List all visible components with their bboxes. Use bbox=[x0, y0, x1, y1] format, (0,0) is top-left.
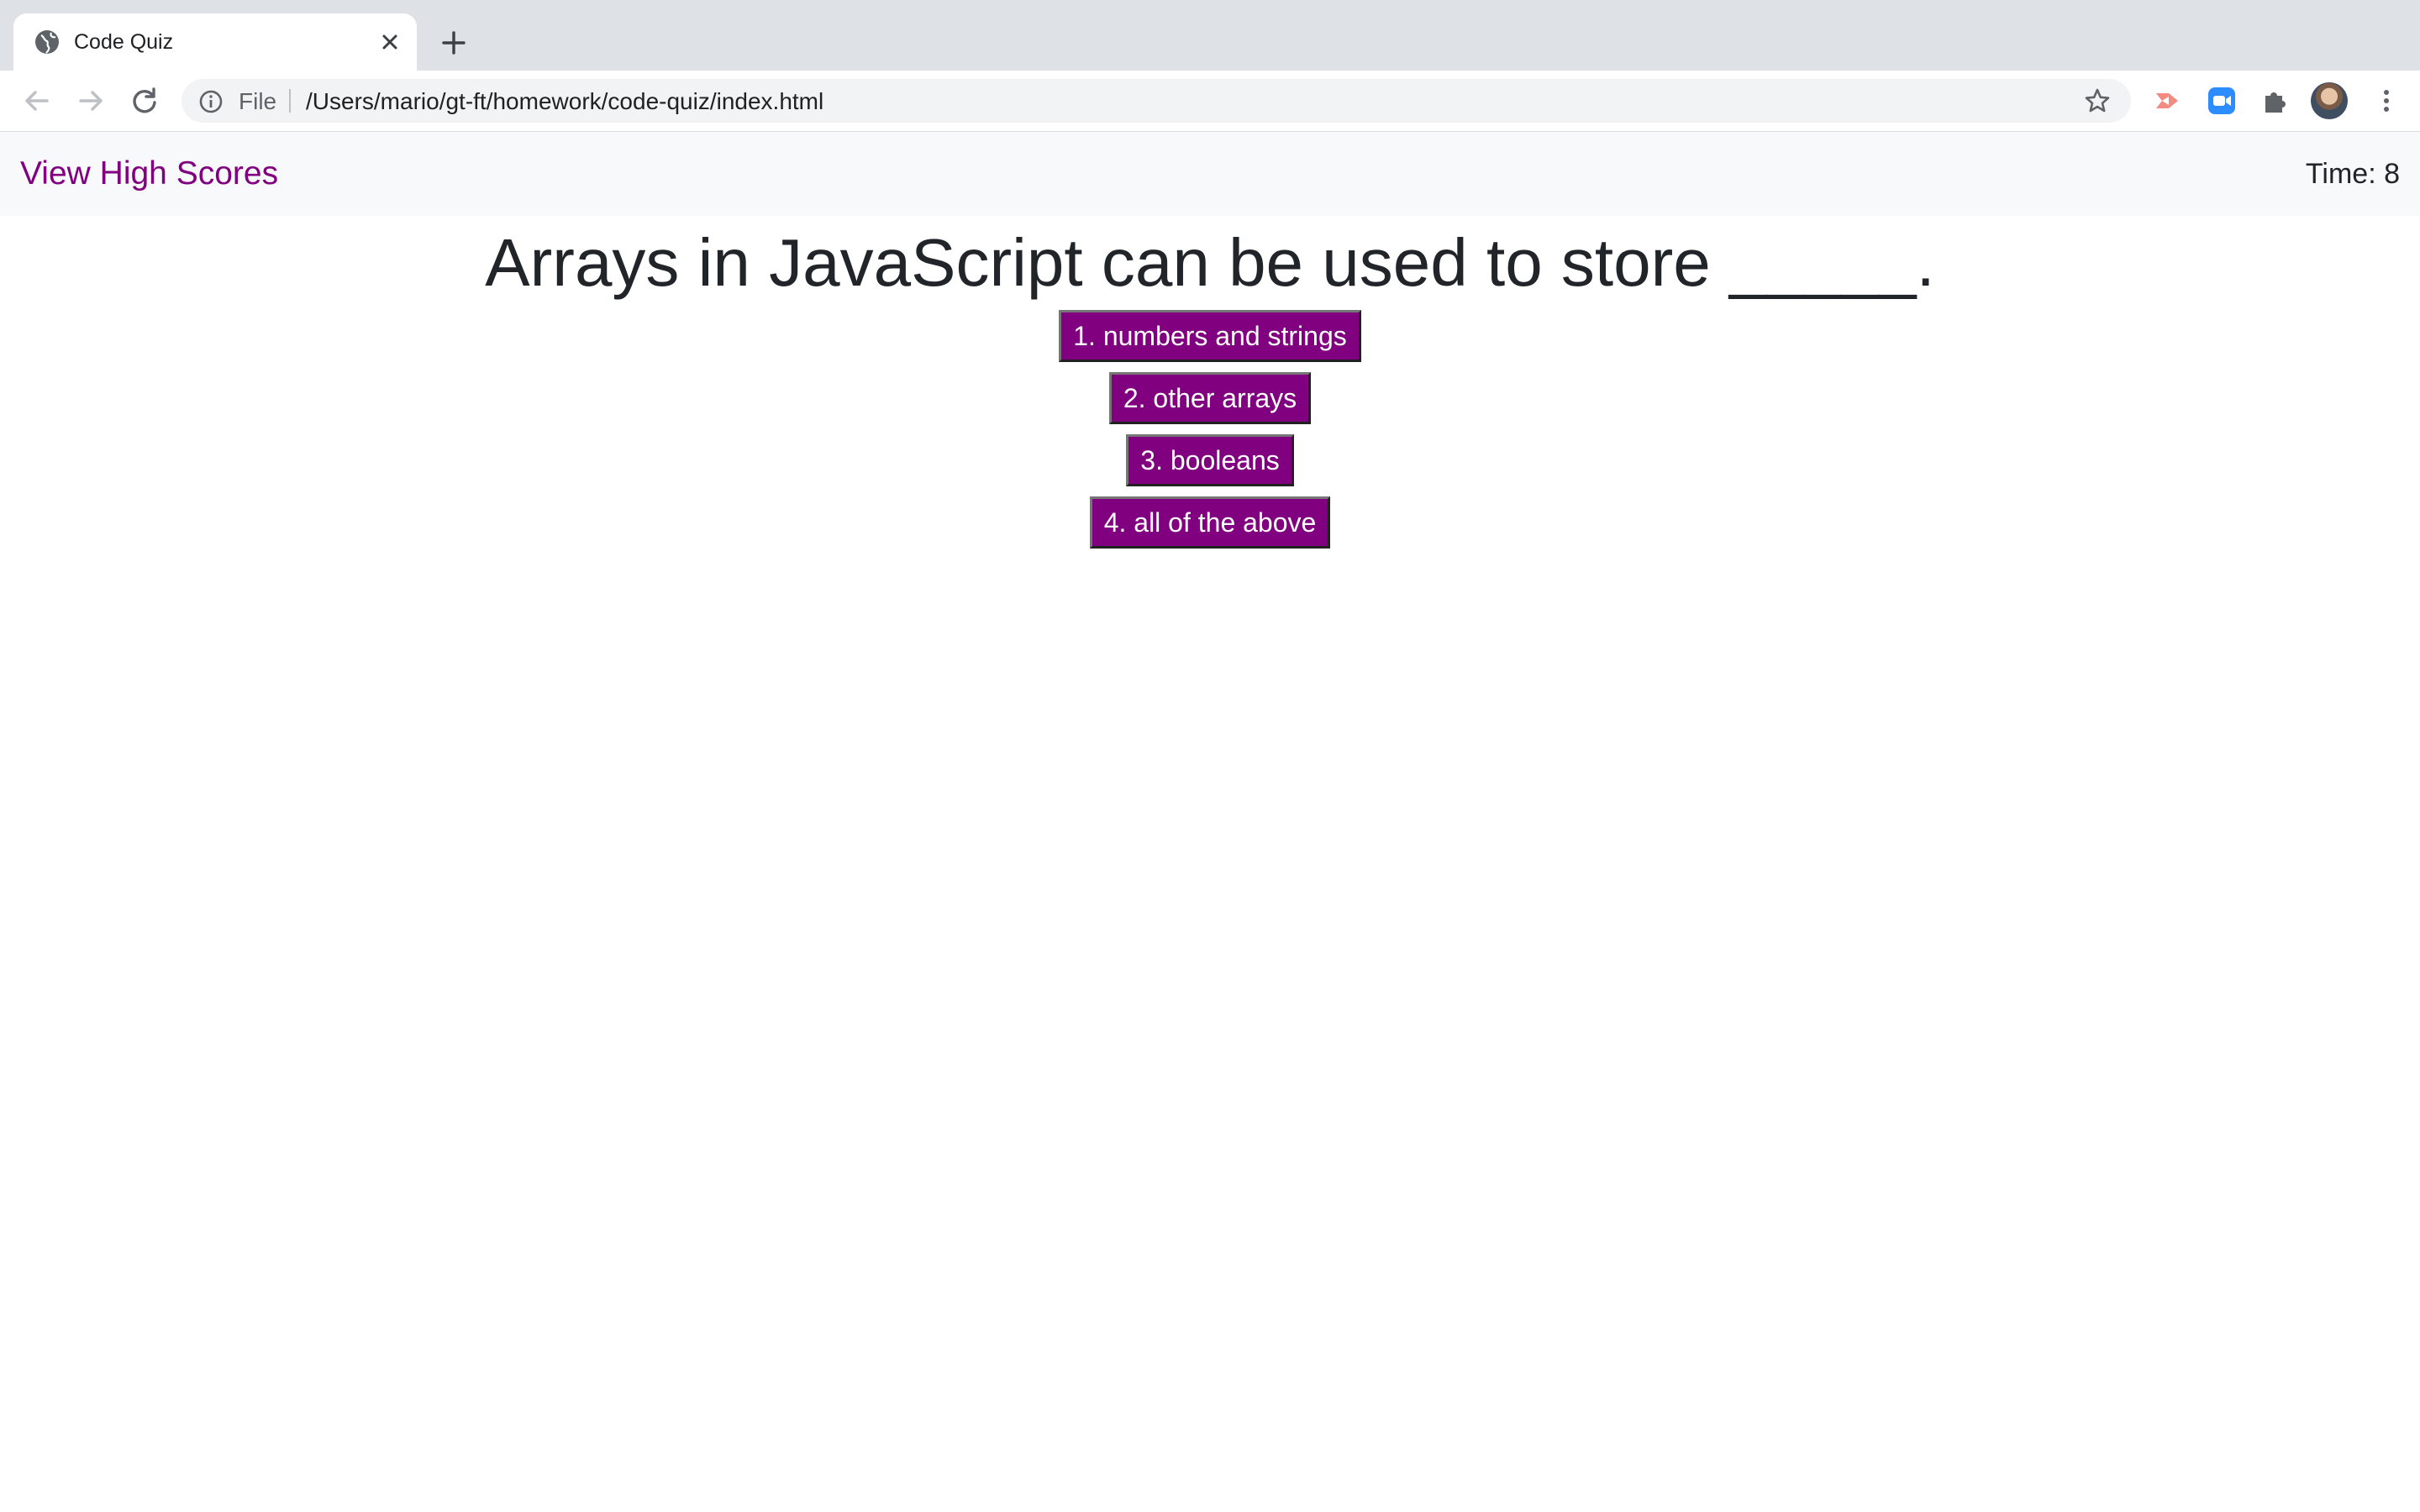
answer-choices: 1. numbers and strings 2. other arrays 3… bbox=[0, 310, 2420, 559]
globe-icon bbox=[35, 30, 59, 54]
question-text: Arrays in JavaScript can be used to stor… bbox=[485, 225, 1935, 300]
omnibox-divider bbox=[289, 89, 291, 113]
reload-icon[interactable] bbox=[128, 84, 161, 118]
forward-arrow-icon[interactable] bbox=[74, 84, 108, 118]
tab-strip: Code Quiz bbox=[0, 0, 2420, 71]
info-icon[interactable] bbox=[198, 89, 224, 114]
zoom-extension-icon[interactable] bbox=[2205, 84, 2238, 118]
bookmark-star-icon[interactable] bbox=[2084, 87, 2111, 114]
page-header: View High Scores Time: 8 bbox=[0, 132, 2420, 216]
timer-display: Time: 8 bbox=[2305, 158, 2400, 190]
extensions-puzzle-icon[interactable] bbox=[2259, 84, 2292, 118]
back-arrow-icon[interactable] bbox=[20, 84, 54, 118]
choice-button-4[interactable]: 4. all of the above bbox=[1089, 496, 1331, 549]
address-bar[interactable]: File /Users/mario/gt-ft/homework/code-qu… bbox=[182, 79, 2131, 123]
tab-code-quiz[interactable]: Code Quiz bbox=[13, 13, 417, 71]
more-menu-icon[interactable] bbox=[2370, 84, 2403, 118]
url-scheme-label: File bbox=[239, 88, 277, 114]
choice-button-3[interactable]: 3. booleans bbox=[1126, 434, 1294, 486]
tab-title: Code Quiz bbox=[74, 30, 174, 54]
browser-chrome: Code Quiz File /Users/mario/gt-ft/homewo… bbox=[0, 0, 2420, 133]
choice-button-1[interactable]: 1. numbers and strings bbox=[1059, 310, 1361, 362]
new-tab-plus-icon[interactable] bbox=[439, 28, 469, 58]
view-high-scores-link[interactable]: View High Scores bbox=[20, 154, 278, 194]
quiz-page: View High Scores Time: 8 Arrays in JavaS… bbox=[0, 132, 2420, 1512]
close-icon[interactable] bbox=[378, 30, 402, 54]
profile-avatar[interactable] bbox=[2311, 82, 2348, 119]
browser-toolbar: File /Users/mario/gt-ft/homework/code-qu… bbox=[0, 71, 2420, 133]
choice-button-2[interactable]: 2. other arrays bbox=[1108, 372, 1312, 424]
screencast-extension-icon[interactable] bbox=[2151, 84, 2185, 118]
url-text[interactable]: /Users/mario/gt-ft/homework/code-quiz/in… bbox=[306, 89, 823, 114]
